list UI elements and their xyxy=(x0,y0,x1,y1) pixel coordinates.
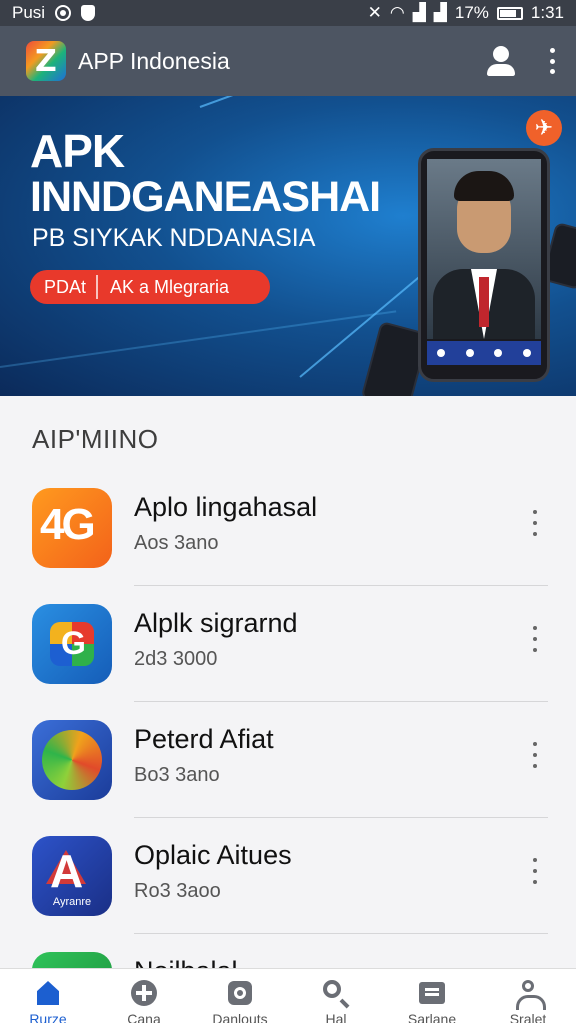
nav-label: Sralet xyxy=(509,1011,547,1023)
nav-label: Cana xyxy=(127,1011,161,1023)
bottom-nav: Rurze Cana Danlouts Hal Sarlane Sralet xyxy=(0,968,576,1024)
hero-cta-button[interactable]: PDAt AK a Mlegraria xyxy=(30,270,270,304)
nav-label: Sarlane xyxy=(407,1011,457,1023)
signal-icon-2: ▟ xyxy=(433,3,447,22)
nav-label: Rurze xyxy=(29,1011,67,1023)
battery-icon xyxy=(496,6,523,20)
app-icon-green xyxy=(32,952,112,968)
phone-mockup-image xyxy=(418,148,550,382)
app-subtitle: Bo3 3ano xyxy=(134,764,220,786)
nav-label: Hal xyxy=(325,1011,347,1023)
app-name: Alplk sigrarnd xyxy=(134,608,298,638)
home-icon xyxy=(34,979,62,1007)
list-item[interactable]: Alplk sigrarnd 2d3 3000 xyxy=(0,586,576,702)
cards-icon xyxy=(418,979,446,1007)
app-icon-4g: 4G xyxy=(32,488,112,568)
app-title: APP Indonesia xyxy=(78,47,230,74)
hero-banner[interactable]: APK INNDGANEASHAI PB SIYKAK NDDANASIA PD… xyxy=(0,96,576,396)
signal-icon: ▟ xyxy=(412,3,426,22)
app-icon-g xyxy=(32,604,112,684)
status-bar: Pusi ✕ ◠ ▟ ▟ 17% 1:31 xyxy=(0,0,576,26)
more-vert-icon[interactable] xyxy=(532,626,538,652)
app-name: Oplaic Aitues xyxy=(134,840,292,870)
list-item[interactable]: 4G Aplo lingahasal Aos 3ano xyxy=(0,470,576,586)
nav-item-add[interactable]: Cana xyxy=(104,979,184,1023)
status-time: 1:31 xyxy=(530,3,564,22)
nav-item-profile[interactable]: Sralet xyxy=(488,979,568,1023)
shield-icon xyxy=(81,5,96,21)
hero-pill-right: AK a Mlegraria xyxy=(110,276,230,297)
more-vert-icon[interactable] xyxy=(548,48,556,74)
list-item[interactable]: Noilbalal xyxy=(0,934,576,968)
hero-pill-left: PDAt xyxy=(30,275,99,299)
hero-title-line2: INNDGANEASHAI xyxy=(30,173,381,221)
more-vert-icon[interactable] xyxy=(532,742,538,768)
app-name: Noilbalal xyxy=(134,956,238,968)
person-icon xyxy=(514,979,546,1010)
app-subtitle: Aos 3ano xyxy=(134,532,219,554)
app-icon-disc xyxy=(32,720,112,800)
app-logo-icon[interactable] xyxy=(26,41,66,81)
add-circle-icon xyxy=(130,979,158,1007)
plane-badge-icon: ✈ xyxy=(526,110,562,146)
battery-percent: 17% xyxy=(454,3,489,22)
nav-item-search[interactable]: Hal xyxy=(296,979,376,1023)
search-icon xyxy=(322,979,350,1007)
account-icon[interactable] xyxy=(484,44,518,78)
carrier-label: Pusi xyxy=(12,3,46,22)
app-name: Aplo lingahasal xyxy=(134,492,318,522)
list-item[interactable]: Peterd Afiat Bo3 3ano xyxy=(0,702,576,818)
nav-label: Danlouts xyxy=(212,1011,268,1023)
download-icon xyxy=(226,979,254,1007)
more-vert-icon[interactable] xyxy=(532,858,538,884)
app-name: Peterd Afiat xyxy=(134,724,274,754)
wifi-icon: ◠ xyxy=(389,3,405,22)
hero-subtitle: PB SIYKAK NDDANASIA xyxy=(32,224,316,252)
app-subtitle: Ro3 3aoo xyxy=(134,880,221,902)
app-subtitle: 2d3 3000 xyxy=(134,648,218,670)
nav-item-home[interactable]: Rurze xyxy=(8,979,88,1023)
hero-title-line1: APK xyxy=(30,125,125,177)
app-bar: APP Indonesia xyxy=(0,26,576,96)
list-item[interactable]: A Ayranre Oplaic Aitues Ro3 3aoo xyxy=(0,818,576,934)
section-title: AIP'MIINO xyxy=(32,424,159,454)
app-icon-a: A Ayranre xyxy=(32,836,112,916)
more-vert-icon[interactable] xyxy=(532,510,538,536)
nav-item-downloads[interactable]: Danlouts xyxy=(200,979,280,1023)
mute-icon: ✕ xyxy=(367,3,382,22)
record-icon xyxy=(55,5,72,21)
nav-item-cards[interactable]: Sarlane xyxy=(392,979,472,1023)
